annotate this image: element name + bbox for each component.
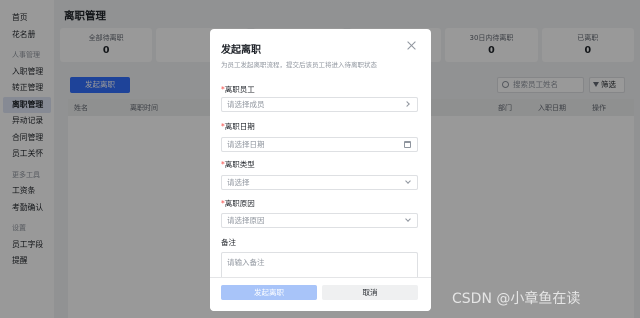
remark-field-label: 备注 [221, 237, 236, 248]
resignation-dialog: 发起离职 为员工发起离职流程，提交后该员工将进入待离职状态 *离职员工 请选择成… [210, 29, 431, 311]
date-label-text: 离职日期 [224, 122, 255, 131]
watermark: CSDN @小章鱼在读 [452, 291, 581, 307]
reason-placeholder: 请选择原因 [227, 216, 265, 225]
employee-field-label: *离职员工 [221, 84, 255, 95]
chevron-right-icon [404, 101, 410, 107]
submit-resignation-button[interactable]: 发起离职 [221, 285, 317, 300]
employee-select[interactable]: 请选择成员 [221, 97, 418, 112]
remark-placeholder: 请输入备注 [227, 258, 265, 267]
chevron-down-icon [405, 216, 411, 222]
close-icon[interactable] [407, 41, 417, 51]
remark-textarea[interactable]: 请输入备注 [221, 252, 418, 280]
type-field-label: *离职类型 [221, 159, 255, 170]
date-picker[interactable]: 请选择日期 [221, 137, 418, 152]
remark-label-text: 备注 [221, 238, 236, 247]
reason-select[interactable]: 请选择原因 [221, 213, 418, 228]
employee-placeholder: 请选择成员 [227, 100, 265, 109]
date-placeholder: 请选择日期 [227, 140, 265, 149]
cancel-button[interactable]: 取消 [322, 285, 418, 300]
type-label-text: 离职类型 [224, 160, 255, 169]
date-field-label: *离职日期 [221, 121, 255, 132]
dialog-subtitle: 为员工发起离职流程，提交后该员工将进入待离职状态 [221, 61, 377, 69]
chevron-down-icon [405, 178, 411, 184]
type-placeholder: 请选择 [227, 178, 250, 187]
reason-field-label: *离职原因 [221, 198, 255, 209]
dialog-title: 发起离职 [221, 45, 261, 56]
reason-label-text: 离职原因 [224, 199, 255, 208]
employee-label-text: 离职员工 [224, 85, 255, 94]
type-select[interactable]: 请选择 [221, 175, 418, 190]
calendar-icon [404, 141, 411, 148]
footer-divider [210, 277, 431, 278]
